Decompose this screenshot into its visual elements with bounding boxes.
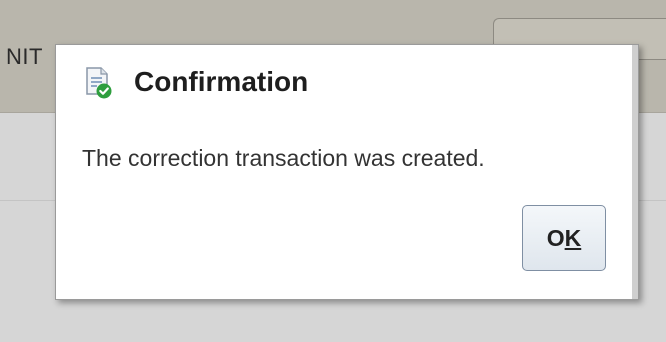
dialog-scroll-edge [632, 45, 638, 299]
screen: NIT Confirmation The correction transact… [0, 0, 666, 342]
dialog-header: Confirmation [84, 66, 309, 99]
ok-button-label-prefix: O [546, 224, 565, 251]
dialog-message: The correction transaction was created. [82, 145, 485, 171]
document-check-icon [84, 67, 112, 99]
ok-button[interactable]: OK [522, 205, 606, 271]
dialog-title: Confirmation [134, 66, 309, 97]
ok-button-label-accelerator: K [564, 224, 582, 251]
background-header-text: NIT [6, 44, 43, 69]
confirmation-dialog: Confirmation The correction transaction … [55, 44, 639, 300]
